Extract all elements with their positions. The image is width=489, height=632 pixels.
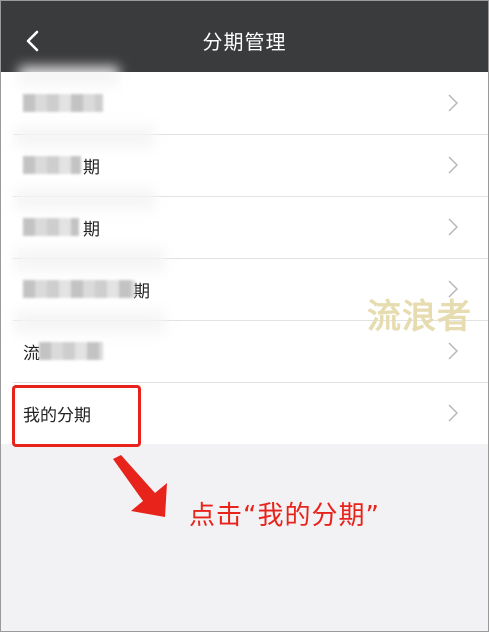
blurred-region: [23, 218, 79, 236]
status-bar: [1, 1, 488, 9]
blurred-region: [19, 66, 119, 86]
blurred-region: [15, 248, 165, 272]
arrow-icon: [113, 455, 167, 517]
blurred-region: [15, 310, 165, 334]
list-item-label: 期: [83, 219, 100, 240]
list-item-label: 期: [133, 281, 150, 302]
list-item[interactable]: 期: [1, 126, 488, 196]
list-item[interactable]: [1, 66, 488, 134]
page-title: 分期管理: [202, 30, 287, 54]
blurred-region: [23, 156, 81, 174]
chevron-right-icon: [448, 342, 458, 360]
blurred-region: [23, 280, 135, 298]
blurred-region: [23, 94, 103, 112]
instruction-annotation: 点击“我的分期”: [189, 501, 380, 531]
blurred-region: [15, 126, 155, 148]
chevron-right-icon: [448, 156, 458, 174]
blurred-region: [15, 188, 155, 210]
list-item-label: 我的分期: [23, 405, 91, 426]
blurred-region: [39, 342, 103, 360]
watermark: 流浪者: [367, 297, 472, 337]
back-button[interactable]: [13, 21, 53, 61]
chevron-right-icon: [448, 218, 458, 236]
chevron-right-icon: [448, 404, 458, 422]
navigation-bar: 分期管理: [1, 9, 488, 72]
list-item-label: 流: [23, 343, 40, 364]
list-item-label: 期: [83, 157, 100, 178]
chevron-right-icon: [448, 94, 458, 112]
chevron-left-icon: [26, 30, 39, 52]
